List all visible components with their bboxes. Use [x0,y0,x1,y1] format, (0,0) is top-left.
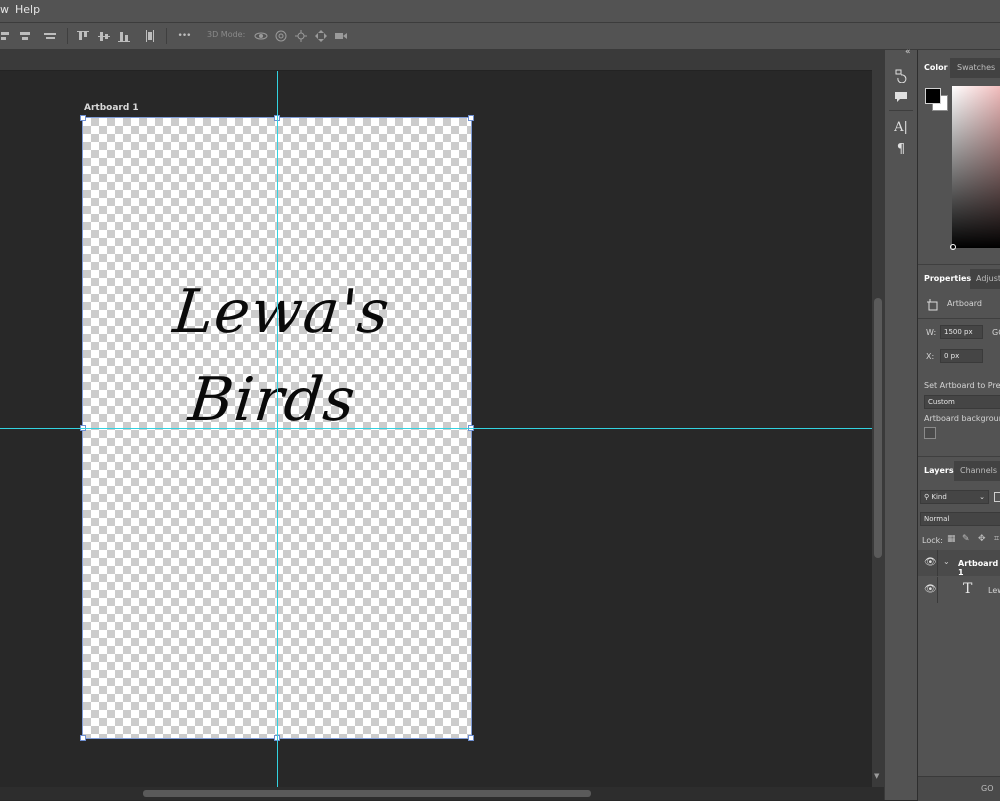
artboard-label[interactable]: Artboard 1 [84,103,139,113]
vertical-scroll-thumb[interactable] [874,298,882,558]
vertical-guide[interactable] [277,71,278,787]
character-icon[interactable]: A| [893,120,909,136]
layer-name: Lew [988,586,1000,595]
3d-mode-label: 3D Mode: [207,30,246,39]
align-top-edges-icon[interactable] [76,29,90,43]
color-panel-header: Color Swatches [918,58,1000,78]
document-tab-strip [0,50,872,71]
menu-view[interactable]: w [0,3,9,16]
vertical-scrollbar[interactable]: ▼ [872,50,884,788]
lock-position-icon[interactable]: ✥ [978,534,986,544]
lock-label: Lock: [922,536,943,545]
orbit-3d-icon[interactable] [254,29,268,43]
preset-label: Set Artboard to Preset [924,381,1000,390]
horizontal-scrollbar[interactable] [0,787,884,800]
layers-panel-header: Layers Channels [918,461,1000,481]
color-picker-field[interactable] [950,86,1000,250]
align-bottom-edges-icon[interactable] [117,29,131,43]
filter-image-layers-icon[interactable] [994,492,1000,502]
x-label: X: [926,352,935,361]
search-icon: ⚲ [924,493,930,501]
align-left-edges-icon[interactable] [0,29,14,43]
transform-handle[interactable] [80,115,86,121]
blend-mode-select[interactable]: Normal [920,512,1000,526]
layers-panel-footer: GO [918,776,1000,801]
transform-handle[interactable] [80,735,86,741]
visibility-eye-icon[interactable]: 👁 [924,584,937,595]
preset-select[interactable]: Custom [924,395,1000,409]
menu-help[interactable]: Help [15,3,40,16]
comments-icon[interactable] [893,89,909,105]
tab-adjustments[interactable]: Adjust [976,274,1000,283]
link-dimensions-label[interactable]: GO [992,328,1000,337]
layer-name: Artboard 1 [958,559,999,577]
more-options-button[interactable]: ••• [176,29,192,43]
scroll-down-arrow-icon[interactable]: ▼ [874,772,879,780]
tab-channels[interactable]: Channels [960,466,997,475]
align-right-edges-icon[interactable] [43,29,57,43]
properties-type-label: Artboard [947,299,982,308]
tab-layers[interactable]: Layers [924,466,954,475]
panel-divider [918,318,1000,319]
lock-transparent-pixels-icon[interactable]: ▦ [947,534,956,544]
options-bar: ••• 3D Mode: [0,23,1000,50]
collapse-panels-icon[interactable]: « [905,47,911,57]
visibility-eye-icon[interactable]: 👁 [924,557,937,568]
chevron-down-icon[interactable]: ⌄ [943,557,950,566]
layer-row-text[interactable]: 👁 T Lew [918,577,1000,603]
transform-handle[interactable] [468,735,474,741]
align-vertical-centers-icon[interactable] [97,29,111,43]
width-label: W: [926,328,937,337]
slide-3d-icon[interactable] [314,29,328,43]
distribute-icon[interactable] [143,29,157,43]
align-horizontal-centers-icon[interactable] [18,29,32,43]
panel-divider [918,456,1000,457]
x-field[interactable]: 0 px [940,349,983,363]
scale-3d-icon[interactable] [334,29,348,43]
horizontal-scroll-thumb[interactable] [143,790,591,797]
chevron-down-icon: ⌄ [979,493,985,501]
pan-3d-icon[interactable] [294,29,308,43]
tab-color[interactable]: Color [924,63,948,72]
text-line-2: Birds [185,365,360,435]
toolbar-separator [166,28,167,44]
transform-handle[interactable] [468,115,474,121]
panel-dock: « A| ¶ [884,47,917,800]
dock-divider [889,110,913,111]
lock-image-pixels-icon[interactable]: ✎ [962,534,970,544]
history-icon[interactable] [893,67,909,84]
properties-panel-header: Properties Adjust [918,269,1000,289]
lock-artboard-icon[interactable]: ⌗ [994,534,999,544]
panel-divider [918,264,1000,265]
tab-properties[interactable]: Properties [924,274,971,283]
width-field[interactable]: 1500 px [940,325,983,339]
horizontal-guide[interactable] [0,428,872,429]
text-layer-icon: T [963,581,973,597]
layer-row-artboard[interactable]: 👁 ⌄ Artboard 1 [918,550,1000,577]
menu-bar: w Help [0,0,1000,23]
color-picker-marker[interactable] [950,244,956,250]
foreground-color-swatch[interactable] [925,88,941,104]
tab-swatches[interactable]: Swatches [957,63,995,72]
artboard-background-label: Artboard background [924,414,1000,423]
canvas-area[interactable]: Artboard 1 Lewa's Birds [0,71,872,787]
link-layers-icon[interactable]: GO [981,784,994,793]
roll-3d-icon[interactable] [274,29,288,43]
right-panels: Color Swatches Properties Adjust Artboar… [917,50,1000,801]
artboard-background-swatch[interactable] [924,427,936,439]
paragraph-icon[interactable]: ¶ [893,142,909,158]
layer-filter-value: Kind [931,493,947,501]
text-line-1: Lewa's [170,277,394,347]
artboard-type-icon [927,296,939,311]
layer-filter-select[interactable]: ⚲ Kind ⌄ [920,490,989,504]
toolbar-separator [67,28,68,44]
